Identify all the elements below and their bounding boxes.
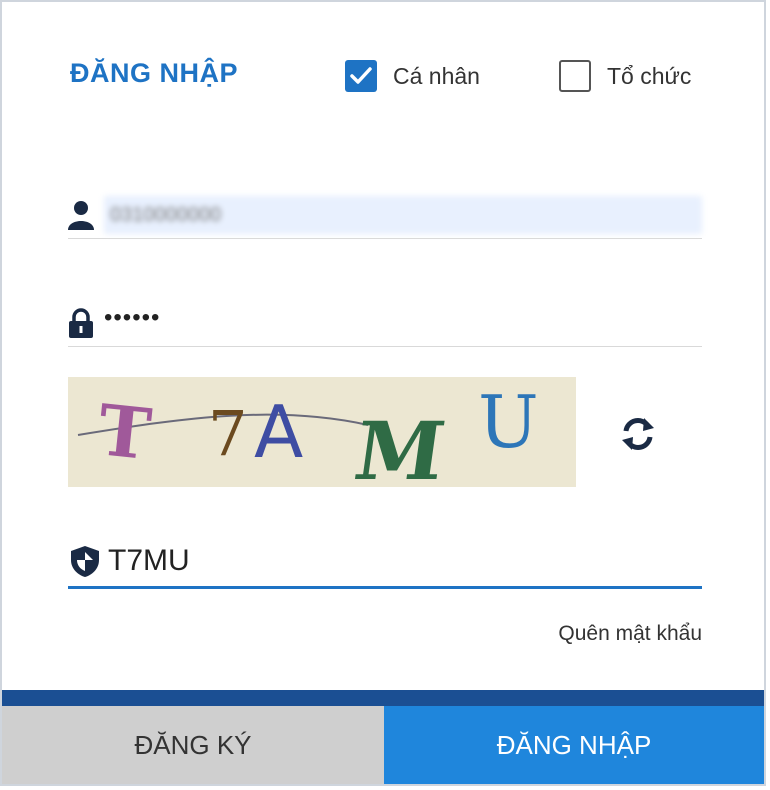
account-type-personal-label: Cá nhân — [393, 62, 480, 89]
captcha-input[interactable] — [102, 541, 702, 581]
password-field: •••••• — [68, 300, 702, 347]
account-type-organization-label: Tổ chức — [607, 62, 692, 89]
captcha-image: T 7 A M U — [68, 377, 576, 487]
svg-text:T: T — [94, 388, 154, 476]
refresh-icon — [622, 418, 654, 450]
account-type-personal[interactable]: Cá nhân — [345, 60, 480, 92]
captcha-field — [68, 536, 702, 589]
login-button[interactable]: ĐĂNG NHẬP — [384, 706, 764, 784]
forgot-password-link[interactable]: Quên mật khẩu — [558, 622, 702, 646]
svg-text:7: 7 — [208, 397, 247, 470]
svg-text:A: A — [254, 390, 303, 474]
svg-text:U: U — [478, 380, 539, 464]
password-input[interactable]: •••••• — [104, 304, 702, 342]
refresh-captcha-button[interactable] — [618, 414, 658, 454]
register-button[interactable]: ĐĂNG KÝ — [2, 706, 384, 784]
username-input[interactable] — [104, 196, 702, 234]
username-field — [68, 192, 702, 239]
checkbox-checked-icon[interactable] — [345, 60, 377, 92]
shield-icon — [68, 544, 102, 578]
account-type-organization[interactable]: Tổ chức — [559, 60, 691, 92]
lock-icon — [68, 308, 94, 338]
user-icon — [68, 200, 94, 230]
svg-text:M: M — [349, 404, 451, 487]
page-title: ĐĂNG NHẬP — [70, 58, 239, 88]
checkbox-unchecked-icon[interactable] — [559, 60, 591, 92]
